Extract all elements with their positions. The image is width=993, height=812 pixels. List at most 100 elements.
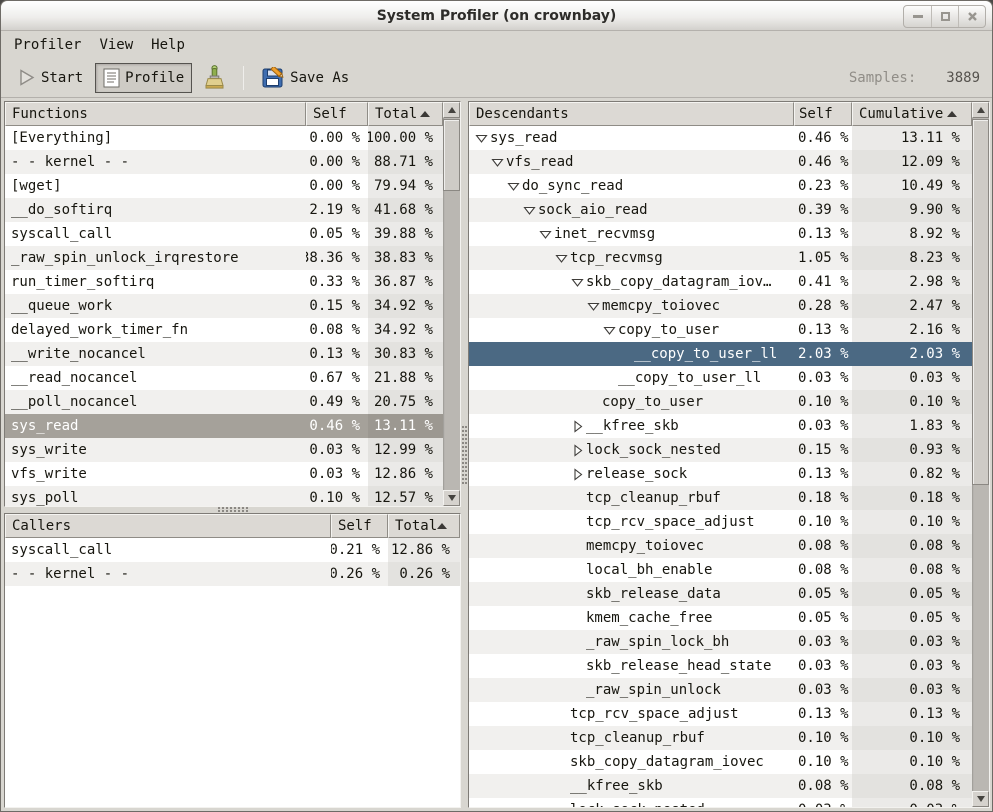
column-header-cumulative[interactable]: Cumulative <box>852 102 972 126</box>
expander-open-icon[interactable] <box>507 180 522 193</box>
table-row[interactable]: tcp_cleanup_rbuf0.10 %0.10 % <box>469 726 972 750</box>
start-button[interactable]: Start <box>9 63 91 92</box>
table-row[interactable]: sock_aio_read0.39 %9.90 % <box>469 198 972 222</box>
expander-open-icon[interactable] <box>475 132 490 145</box>
table-row[interactable]: __write_nocancel0.13 %30.83 % <box>5 342 443 366</box>
table-row[interactable]: __kfree_skb0.03 %1.83 % <box>469 414 972 438</box>
function-name: __queue_work <box>5 294 306 318</box>
maximize-button[interactable] <box>931 6 958 27</box>
function-name: __copy_to_user_ll <box>469 366 794 390</box>
table-row[interactable]: inet_recvmsg0.13 %8.92 % <box>469 222 972 246</box>
table-row[interactable]: delayed_work_timer_fn0.08 %34.92 % <box>5 318 443 342</box>
expander-open-icon[interactable] <box>603 324 618 337</box>
table-row[interactable]: sys_read0.46 %13.11 % <box>5 414 443 438</box>
expander-open-icon[interactable] <box>523 204 538 217</box>
expander-open-icon[interactable] <box>587 300 602 313</box>
table-row[interactable]: __copy_to_user_ll0.03 %0.03 % <box>469 366 972 390</box>
table-row[interactable]: release_sock0.13 %0.82 % <box>469 462 972 486</box>
scroll-down-button[interactable] <box>972 791 989 807</box>
table-row[interactable]: copy_to_user0.13 %2.16 % <box>469 318 972 342</box>
table-row[interactable]: - - kernel - -0.26 %0.26 % <box>5 562 460 586</box>
column-header-self[interactable]: Self <box>794 102 852 126</box>
table-row[interactable]: sys_poll0.10 %12.57 % <box>5 486 443 506</box>
table-row[interactable]: _raw_spin_unlock0.03 %0.03 % <box>469 678 972 702</box>
scrollbar-thumb[interactable] <box>972 119 989 485</box>
profile-toggle-button[interactable]: Profile <box>95 63 192 93</box>
table-row[interactable]: copy_to_user0.10 %0.10 % <box>469 390 972 414</box>
column-header-descendants[interactable]: Descendants <box>469 102 794 126</box>
column-header-total[interactable]: Total <box>368 102 443 126</box>
table-row[interactable]: tcp_rcv_space_adjust0.13 %0.13 % <box>469 702 972 726</box>
table-row[interactable]: skb_copy_datagram_iov…0.41 %2.98 % <box>469 270 972 294</box>
expander-closed-icon[interactable] <box>571 444 586 457</box>
expander-open-icon[interactable] <box>539 228 554 241</box>
table-row[interactable]: skb_copy_datagram_iovec0.10 %0.10 % <box>469 750 972 774</box>
titlebar[interactable]: System Profiler (on crownbay) <box>1 1 992 31</box>
table-row[interactable]: [wget]0.00 %79.94 % <box>5 174 443 198</box>
table-row[interactable]: sys_read0.46 %13.11 % <box>469 126 972 150</box>
expander-closed-icon[interactable] <box>571 420 586 433</box>
column-header-callers[interactable]: Callers <box>5 514 331 538</box>
table-row[interactable]: __copy_to_user_ll2.03 %2.03 % <box>469 342 972 366</box>
table-row[interactable]: kmem_cache_free0.05 %0.05 % <box>469 606 972 630</box>
table-row[interactable]: skb_release_head_state0.03 %0.03 % <box>469 654 972 678</box>
table-row[interactable]: memcpy_toiovec0.08 %0.08 % <box>469 534 972 558</box>
scrollbar-thumb[interactable] <box>443 119 460 191</box>
scroll-up-button[interactable] <box>972 102 989 118</box>
table-row[interactable]: __kfree_skb0.08 %0.08 % <box>469 774 972 798</box>
table-row[interactable]: lock_sock_nested0.03 %0.03 % <box>469 798 972 807</box>
table-row[interactable]: lock_sock_nested0.15 %0.93 % <box>469 438 972 462</box>
table-row[interactable]: tcp_recvmsg1.05 %8.23 % <box>469 246 972 270</box>
table-row[interactable]: tcp_rcv_space_adjust0.10 %0.10 % <box>469 510 972 534</box>
table-row[interactable]: __do_softirq2.19 %41.68 % <box>5 198 443 222</box>
expander-open-icon[interactable] <box>491 156 506 169</box>
table-row[interactable]: syscall_call0.05 %39.88 % <box>5 222 443 246</box>
close-icon <box>967 11 978 22</box>
table-row[interactable]: vfs_write0.03 %12.86 % <box>5 462 443 486</box>
minimize-button[interactable] <box>904 6 931 27</box>
table-row[interactable]: sys_write0.03 %12.99 % <box>5 438 443 462</box>
table-row[interactable]: - - kernel - -0.00 %88.71 % <box>5 150 443 174</box>
menu-profiler[interactable]: Profiler <box>5 34 90 56</box>
functions-scrollbar[interactable] <box>443 102 460 506</box>
table-row[interactable]: skb_release_data0.05 %0.05 % <box>469 582 972 606</box>
column-header-self[interactable]: Self <box>331 514 388 538</box>
table-row[interactable]: __read_nocancel0.67 %21.88 % <box>5 366 443 390</box>
table-row[interactable]: do_sync_read0.23 %10.49 % <box>469 174 972 198</box>
splitter-grip-icon <box>462 426 467 484</box>
self-percent: 0.10 % <box>794 390 852 414</box>
reset-button[interactable] <box>196 60 233 95</box>
expander-open-icon[interactable] <box>571 276 586 289</box>
column-header-self[interactable]: Self <box>306 102 368 126</box>
table-row[interactable]: run_timer_softirq0.33 %36.87 % <box>5 270 443 294</box>
toolbar: Start Profile <box>1 58 992 98</box>
expander-closed-icon[interactable] <box>571 468 586 481</box>
table-row[interactable]: tcp_cleanup_rbuf0.18 %0.18 % <box>469 486 972 510</box>
table-row[interactable]: memcpy_toiovec0.28 %2.47 % <box>469 294 972 318</box>
close-button[interactable] <box>958 6 985 27</box>
table-row[interactable]: syscall_call0.21 %12.86 % <box>5 538 460 562</box>
expander-open-icon[interactable] <box>555 252 570 265</box>
column-header-total[interactable]: Total <box>388 514 460 538</box>
table-row[interactable]: _raw_spin_lock_bh0.03 %0.03 % <box>469 630 972 654</box>
table-row[interactable]: vfs_read0.46 %12.09 % <box>469 150 972 174</box>
menu-help[interactable]: Help <box>142 34 194 56</box>
scroll-down-button[interactable] <box>443 490 460 506</box>
column-header-functions[interactable]: Functions <box>5 102 306 126</box>
table-row[interactable]: [Everything]0.00 %100.00 % <box>5 126 443 150</box>
function-name: lock_sock_nested <box>469 798 794 807</box>
table-row[interactable]: __queue_work0.15 %34.92 % <box>5 294 443 318</box>
menu-view[interactable]: View <box>90 34 142 56</box>
table-row[interactable]: local_bh_enable0.08 %0.08 % <box>469 558 972 582</box>
self-percent: 0.08 % <box>794 774 852 798</box>
scroll-up-button[interactable] <box>443 102 460 118</box>
save-as-button[interactable]: Save As <box>254 62 357 94</box>
vertical-splitter[interactable] <box>461 101 468 809</box>
self-percent: 0.05 % <box>306 222 368 246</box>
function-label: skb_release_head_state <box>586 658 771 674</box>
total-percent: 20.75 % <box>368 390 443 414</box>
table-row[interactable]: __poll_nocancel0.49 %20.75 % <box>5 390 443 414</box>
cumulative-percent: 2.98 % <box>852 270 972 294</box>
table-row[interactable]: _raw_spin_unlock_irqrestore38.36 %38.83 … <box>5 246 443 270</box>
descendants-scrollbar[interactable] <box>972 102 989 807</box>
